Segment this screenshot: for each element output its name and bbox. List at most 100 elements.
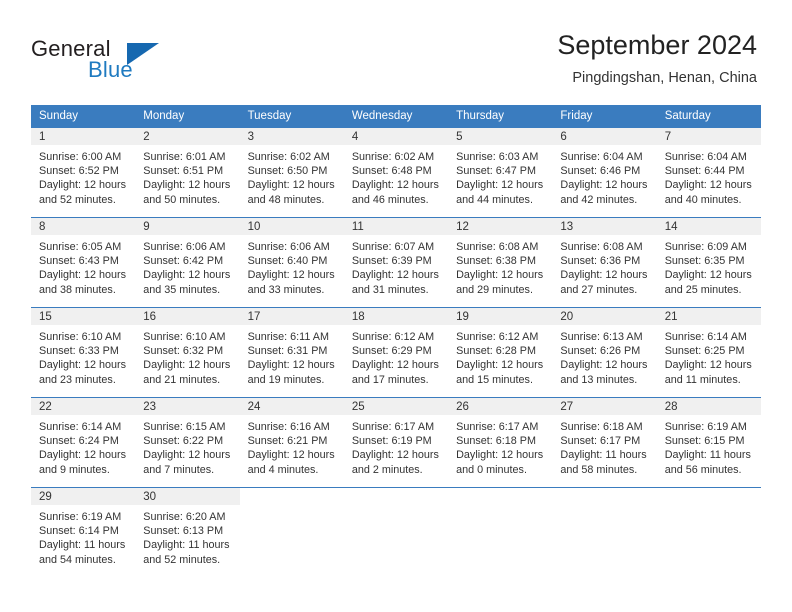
sunrise-time: Sunrise: 6:20 AM: [143, 511, 226, 523]
calendar-day-cell[interactable]: 23 Sunrise: 6:15 AM Sunset: 6:22 PM Dayligh…: [135, 397, 240, 488]
calendar-day-cell[interactable]: 2 Sunrise: 6:01 AM Sunset: 6:51 PM Daylight…: [135, 127, 240, 218]
sunset-time: Sunset: 6:19 PM: [351, 435, 432, 448]
calendar-day-cell-empty: [239, 487, 344, 578]
calendar-day-cell[interactable]: 15 Sunrise: 6:10 AM Sunset: 6:33 PM Dayligh…: [31, 307, 136, 398]
daylight-duration-line2: and 46 minutes.: [351, 193, 429, 206]
day-number: 17: [239, 308, 344, 325]
calendar-day-cell[interactable]: 4 Sunrise: 6:02 AM Sunset: 6:48 PM Daylight…: [343, 127, 449, 218]
daylight-duration-line2: and 4 minutes.: [247, 463, 319, 476]
day-details: Sunrise: 6:19 AM Sunset: 6:14 PM Daylight:…: [31, 505, 135, 567]
sunrise-time: Sunrise: 6:11 AM: [247, 331, 329, 343]
daylight-duration-line1: Daylight: 12 hours: [560, 359, 648, 372]
general-blue-logo[interactable]: General Blue: [31, 36, 211, 88]
calendar-day-cell[interactable]: 17 Sunrise: 6:11 AM Sunset: 6:31 PM Dayligh…: [239, 307, 344, 398]
daylight-duration-line1: Daylight: 12 hours: [247, 269, 335, 282]
calendar-day-cell[interactable]: 21 Sunrise: 6:14 AM Sunset: 6:25 PM Dayligh…: [656, 307, 761, 398]
daylight-duration-line2: and 52 minutes.: [143, 553, 221, 566]
sunrise-time: Sunrise: 6:19 AM: [664, 421, 747, 433]
calendar-day-cell[interactable]: 22 Sunrise: 6:14 AM Sunset: 6:24 PM Dayligh…: [31, 397, 136, 488]
day-details: Sunrise: 6:10 AM Sunset: 6:33 PM Daylight:…: [31, 325, 135, 387]
calendar-day-cell[interactable]: 14 Sunrise: 6:09 AM Sunset: 6:35 PM Dayligh…: [656, 217, 761, 308]
sunset-time: Sunset: 6:44 PM: [664, 165, 745, 178]
weekday-header-friday: Friday: [552, 105, 657, 128]
day-number: 13: [552, 218, 657, 235]
day-details: Sunrise: 6:01 AM Sunset: 6:51 PM Daylight:…: [135, 145, 239, 207]
sunrise-time: Sunrise: 6:14 AM: [39, 421, 122, 433]
calendar-day-cell[interactable]: 12 Sunrise: 6:08 AM Sunset: 6:38 PM Dayligh…: [448, 217, 553, 308]
day-number: 19: [448, 308, 553, 325]
daylight-duration-line1: Daylight: 12 hours: [664, 269, 752, 282]
daylight-duration-line2: and 35 minutes.: [143, 283, 221, 296]
daylight-duration-line1: Daylight: 12 hours: [351, 179, 439, 192]
sunrise-time: Sunrise: 6:17 AM: [456, 421, 539, 433]
calendar-day-cell-empty: [448, 487, 553, 578]
day-number: 14: [656, 218, 761, 235]
location-subtitle: Pingdingshan, Henan, China: [572, 70, 757, 86]
day-details: Sunrise: 6:06 AM Sunset: 6:40 PM Daylight:…: [240, 235, 344, 297]
weekday-header-thursday: Thursday: [448, 105, 553, 128]
calendar-day-cell[interactable]: 25 Sunrise: 6:17 AM Sunset: 6:19 PM Dayligh…: [343, 397, 449, 488]
calendar-page: General Blue September 2024 Pingdingshan…: [0, 0, 792, 612]
sunset-time: Sunset: 6:29 PM: [351, 345, 432, 358]
sunset-time: Sunset: 6:42 PM: [143, 255, 224, 268]
sunset-time: Sunset: 6:28 PM: [456, 345, 536, 358]
sunset-time: Sunset: 6:33 PM: [39, 345, 119, 358]
sunset-time: Sunset: 6:31 PM: [247, 345, 328, 358]
sunrise-time: Sunrise: 6:12 AM: [351, 331, 435, 343]
calendar-day-cell[interactable]: 11 Sunrise: 6:07 AM Sunset: 6:39 PM Dayligh…: [343, 217, 449, 308]
calendar-body: 1 Sunrise: 6:00 AM Sunset: 6:52 PM Daylight…: [31, 127, 761, 578]
sunrise-time: Sunrise: 6:06 AM: [247, 241, 330, 253]
calendar-day-cell[interactable]: 5 Sunrise: 6:03 AM Sunset: 6:47 PM Daylight…: [448, 127, 553, 218]
day-details: Sunrise: 6:09 AM Sunset: 6:35 PM Daylight:…: [657, 235, 761, 297]
daylight-duration-line1: Daylight: 12 hours: [143, 269, 231, 282]
daylight-duration-line1: Daylight: 12 hours: [39, 359, 127, 372]
calendar-week-row: 29 Sunrise: 6:19 AM Sunset: 6:14 PM Dayligh…: [31, 487, 761, 578]
calendar-day-cell[interactable]: 20 Sunrise: 6:13 AM Sunset: 6:26 PM Dayligh…: [552, 307, 657, 398]
day-number: 18: [343, 308, 449, 325]
calendar-day-cell[interactable]: 13 Sunrise: 6:08 AM Sunset: 6:36 PM Dayligh…: [552, 217, 657, 308]
sunset-time: Sunset: 6:39 PM: [351, 255, 432, 268]
sunrise-time: Sunrise: 6:14 AM: [664, 331, 747, 343]
day-details: Sunrise: 6:00 AM Sunset: 6:52 PM Daylight:…: [31, 145, 135, 207]
sunrise-time: Sunrise: 6:19 AM: [39, 511, 122, 523]
day-details: Sunrise: 6:18 AM Sunset: 6:17 PM Daylight:…: [552, 415, 656, 477]
sunset-time: Sunset: 6:22 PM: [143, 435, 224, 448]
weekday-header-saturday: Saturday: [656, 105, 761, 128]
calendar-day-cell[interactable]: 7 Sunrise: 6:04 AM Sunset: 6:44 PM Daylight…: [656, 127, 761, 218]
day-number: 26: [448, 398, 553, 415]
calendar-day-cell[interactable]: 24 Sunrise: 6:16 AM Sunset: 6:21 PM Dayligh…: [239, 397, 344, 488]
calendar-day-cell[interactable]: 27 Sunrise: 6:18 AM Sunset: 6:17 PM Dayligh…: [552, 397, 657, 488]
weekday-header-sunday: Sunday: [31, 105, 136, 128]
sunset-time: Sunset: 6:15 PM: [664, 435, 745, 448]
page-title: September 2024: [557, 30, 757, 60]
sunset-time: Sunset: 6:52 PM: [39, 165, 119, 178]
calendar-day-cell[interactable]: 6 Sunrise: 6:04 AM Sunset: 6:46 PM Daylight…: [552, 127, 657, 218]
calendar-day-cell[interactable]: 9 Sunrise: 6:06 AM Sunset: 6:42 PM Daylight…: [135, 217, 240, 308]
daylight-duration-line2: and 11 minutes.: [664, 373, 741, 386]
calendar-day-cell[interactable]: 28 Sunrise: 6:19 AM Sunset: 6:15 PM Dayligh…: [656, 397, 761, 488]
daylight-duration-line1: Daylight: 12 hours: [247, 449, 335, 462]
sunset-time: Sunset: 6:36 PM: [560, 255, 641, 268]
calendar-day-cell[interactable]: 30 Sunrise: 6:20 AM Sunset: 6:13 PM Dayligh…: [135, 487, 240, 578]
day-number: 21: [656, 308, 761, 325]
calendar-day-cell[interactable]: 26 Sunrise: 6:17 AM Sunset: 6:18 PM Dayligh…: [448, 397, 553, 488]
calendar-day-cell[interactable]: 18 Sunrise: 6:12 AM Sunset: 6:29 PM Dayligh…: [343, 307, 449, 398]
calendar-day-cell[interactable]: 29 Sunrise: 6:19 AM Sunset: 6:14 PM Dayligh…: [31, 487, 136, 578]
calendar-day-cell[interactable]: 8 Sunrise: 6:05 AM Sunset: 6:43 PM Daylight…: [31, 217, 136, 308]
daylight-duration-line1: Daylight: 12 hours: [143, 449, 231, 462]
daylight-duration-line2: and 27 minutes.: [560, 283, 638, 296]
calendar-day-cell[interactable]: 19 Sunrise: 6:12 AM Sunset: 6:28 PM Dayligh…: [448, 307, 553, 398]
sunset-time: Sunset: 6:32 PM: [143, 345, 224, 358]
sunset-time: Sunset: 6:38 PM: [456, 255, 536, 268]
calendar-day-cell[interactable]: 16 Sunrise: 6:10 AM Sunset: 6:32 PM Dayligh…: [135, 307, 240, 398]
daylight-duration-line2: and 2 minutes.: [351, 463, 423, 476]
calendar-day-cell[interactable]: 1 Sunrise: 6:00 AM Sunset: 6:52 PM Daylight…: [31, 127, 136, 218]
calendar-day-cell[interactable]: 10 Sunrise: 6:06 AM Sunset: 6:40 PM Dayligh…: [239, 217, 344, 308]
daylight-duration-line2: and 7 minutes.: [143, 463, 215, 476]
day-number: 10: [239, 218, 344, 235]
daylight-duration-line1: Daylight: 11 hours: [143, 539, 230, 552]
sunset-time: Sunset: 6:47 PM: [456, 165, 536, 178]
daylight-duration-line1: Daylight: 12 hours: [247, 359, 335, 372]
calendar-day-cell[interactable]: 3 Sunrise: 6:02 AM Sunset: 6:50 PM Daylight…: [239, 127, 344, 218]
weekday-header-row: Sunday Monday Tuesday Wednesday Thursday Frid…: [31, 105, 761, 128]
